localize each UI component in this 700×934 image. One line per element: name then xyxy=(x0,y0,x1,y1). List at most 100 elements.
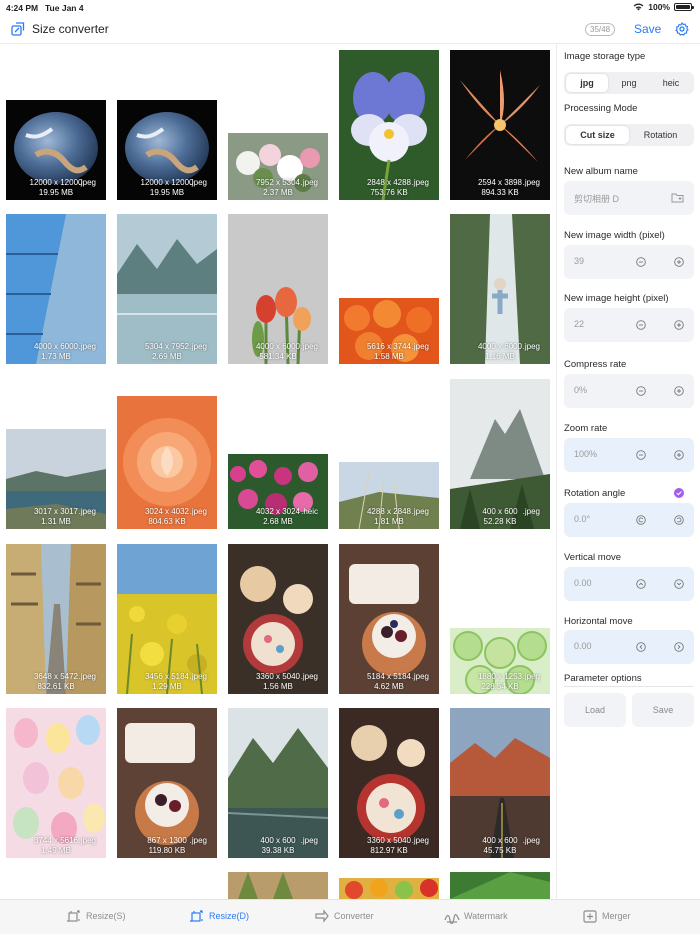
image-filesize: 753.76 KB xyxy=(370,188,408,197)
image-tile[interactable]: .jpeg 3024 x 4032 804.63 KB xyxy=(117,396,217,529)
storage-option-png[interactable]: png xyxy=(608,74,650,92)
plus-icon[interactable] xyxy=(674,386,684,396)
image-filesize: 812.97 KB xyxy=(370,846,408,855)
compress-rate-field[interactable]: 0% xyxy=(564,374,694,408)
image-tile[interactable]: .jpeg 400 x 600 39.38 KB xyxy=(227,708,329,858)
image-tile[interactable]: .jpeg 5184 x 5184 4.62 MB xyxy=(339,544,439,694)
album-name-placeholder: 剪切相册 D xyxy=(574,194,620,204)
image-dimensions: 3360 x 5040 xyxy=(255,672,301,681)
minus-icon[interactable] xyxy=(636,257,646,267)
vertical-move-field[interactable]: 0.00 xyxy=(564,567,694,601)
tab-watermark[interactable]: Watermark xyxy=(444,908,508,924)
minus-icon[interactable] xyxy=(636,320,646,330)
image-tile[interactable]: .jpeg 3744 x 5616 1.49 MB xyxy=(6,708,106,858)
mode-option-rotation[interactable]: Rotation xyxy=(629,126,692,144)
save-button[interactable]: Save xyxy=(634,22,661,36)
image-tile[interactable] xyxy=(450,872,550,899)
chevron-down-icon[interactable] xyxy=(674,579,684,589)
save-params-button[interactable]: Save xyxy=(632,693,694,727)
image-tile[interactable]: .jpeg 400 x 600 52.28 KB xyxy=(450,379,550,529)
image-filesize: 832.61 KB xyxy=(37,682,75,691)
image-info: 4000 x 6000 1.16 MB xyxy=(450,342,550,362)
minus-icon[interactable] xyxy=(636,386,646,396)
chevron-right-icon[interactable] xyxy=(674,642,684,652)
plus-icon[interactable] xyxy=(674,257,684,267)
width-field[interactable]: 39 xyxy=(564,245,694,279)
mode-option-cut-size[interactable]: Cut size xyxy=(566,126,629,144)
image-tile[interactable]: .jpeg 4288 x 2848 1.81 MB xyxy=(339,462,439,530)
image-filesize: 2.68 MB xyxy=(263,517,293,526)
tab-merger[interactable]: Merger xyxy=(582,908,631,924)
image-dimensions: 3648 x 5472 xyxy=(33,672,79,681)
image-filesize: 39.38 KB xyxy=(261,846,295,855)
image-tile[interactable]: .jpeg 12000 x 12000 19.95 MB xyxy=(117,100,217,200)
image-dimensions: 867 x 1300 xyxy=(147,836,187,845)
image-filesize: 1.58 MB xyxy=(374,352,404,361)
image-tile[interactable]: .jpeg 3456 x 5184 1.29 MB xyxy=(117,544,217,695)
storage-option-jpg[interactable]: jpg xyxy=(566,74,608,92)
tab-label: Converter xyxy=(334,911,374,921)
status-date: Tue Jan 4 xyxy=(45,3,84,13)
image-dimensions: 2594 x 3898 xyxy=(477,178,523,187)
image-tile[interactable]: .jpeg 1880 x 1253 228.54 KB xyxy=(450,628,550,695)
image-filesize: 1.29 MB xyxy=(152,682,182,691)
load-button[interactable]: Load xyxy=(564,693,626,727)
gear-icon[interactable] xyxy=(675,22,689,36)
tab-label: Resize(D) xyxy=(209,911,250,921)
fruits-thumbnail xyxy=(339,878,439,899)
minus-icon[interactable] xyxy=(636,450,646,460)
image-tile[interactable]: .heic 4032 x 3024 2.68 MB xyxy=(228,454,328,529)
image-tile[interactable] xyxy=(228,872,328,899)
image-tile[interactable]: .jpeg 5616 x 3744 1.58 MB xyxy=(339,298,439,364)
image-dimensions: 1880 x 1253 xyxy=(477,672,523,681)
image-info: 2848 x 4288 753.76 KB xyxy=(339,178,439,198)
image-tile[interactable]: .jpeg 4000 x 6000 581.34 KB xyxy=(228,214,328,365)
image-tile[interactable]: .jpeg 3360 x 5040 1.56 MB xyxy=(228,544,328,694)
image-info: 2594 x 3898 894.33 KB xyxy=(450,178,550,198)
image-info: 3360 x 5040 812.97 KB xyxy=(339,836,439,856)
image-dimensions: 3017 x 3017 xyxy=(33,507,79,516)
plus-icon[interactable] xyxy=(674,450,684,460)
pineapple-thumbnail xyxy=(228,872,328,899)
image-tile[interactable]: .jpeg 2594 x 3898 894.33 KB xyxy=(450,50,550,200)
page-title: Size converter xyxy=(32,22,109,36)
rotate-left-icon[interactable] xyxy=(636,515,646,525)
image-dimensions: 400 x 600 xyxy=(260,836,296,845)
chevron-up-icon[interactable] xyxy=(636,579,646,589)
image-info: 400 x 600 52.28 KB xyxy=(450,507,550,527)
image-tile[interactable]: .jpeg 867 x 1300 119.80 KB xyxy=(117,708,217,858)
zoom-rate-field[interactable]: 100% xyxy=(564,438,694,472)
image-tile[interactable]: .jpeg 5304 x 7952 2.69 MB xyxy=(117,214,217,364)
rotation-angle-field[interactable]: 0.0° xyxy=(564,503,694,537)
rotate-right-icon[interactable] xyxy=(674,515,684,525)
plus-icon[interactable] xyxy=(674,320,684,330)
storage-option-heic[interactable]: heic xyxy=(650,74,692,92)
image-tile[interactable]: .jpeg 12000 x 12000 19.95 MB xyxy=(6,100,106,200)
image-info: 1880 x 1253 228.54 KB xyxy=(450,672,550,692)
tab-converter[interactable]: Converter xyxy=(314,908,374,924)
image-info: 3456 x 5184 1.29 MB xyxy=(117,672,217,692)
tab-resize-s[interactable]: Resize(S) xyxy=(66,908,126,924)
image-tile[interactable]: .jpeg 400 x 600 45.75 KB xyxy=(450,708,550,858)
image-tile[interactable]: .jpeg 3017 x 3017 1.31 MB xyxy=(6,429,106,529)
image-tile[interactable]: .jpeg 2848 x 4288 753.76 KB xyxy=(339,50,439,201)
image-dimensions: 3744 x 5616 xyxy=(33,836,79,845)
image-filesize: 2.69 MB xyxy=(152,352,182,361)
storage-type-segmented: jpg png heic xyxy=(564,72,694,94)
image-tile[interactable]: .jpeg 7952 x 5304 2.37 MB xyxy=(228,133,328,200)
tab-resize-d[interactable]: Resize(D) xyxy=(189,908,249,924)
image-tile[interactable]: .jpeg 3360 x 5040 812.97 KB xyxy=(339,708,439,858)
image-tile[interactable]: .jpeg 4000 x 6000 1.73 MB xyxy=(6,214,106,364)
height-field[interactable]: 22 xyxy=(564,308,694,342)
album-name-field[interactable]: 剪切相册 D xyxy=(564,181,694,215)
chevron-left-icon[interactable] xyxy=(636,642,646,652)
image-tile[interactable] xyxy=(339,878,439,899)
image-tile[interactable]: .jpeg 4000 x 6000 1.16 MB xyxy=(450,214,550,364)
image-tile[interactable]: .jpeg 3648 x 5472 832.61 KB xyxy=(6,544,106,694)
checkmark-icon[interactable] xyxy=(674,488,684,498)
horizontal-move-field[interactable]: 0.00 xyxy=(564,630,694,664)
image-filesize: 1.73 MB xyxy=(41,352,71,361)
nav-bar: Size converter 35/48 Save xyxy=(0,14,700,44)
folder-icon[interactable] xyxy=(671,192,684,203)
compress-rate-label: Compress rate xyxy=(564,359,627,370)
